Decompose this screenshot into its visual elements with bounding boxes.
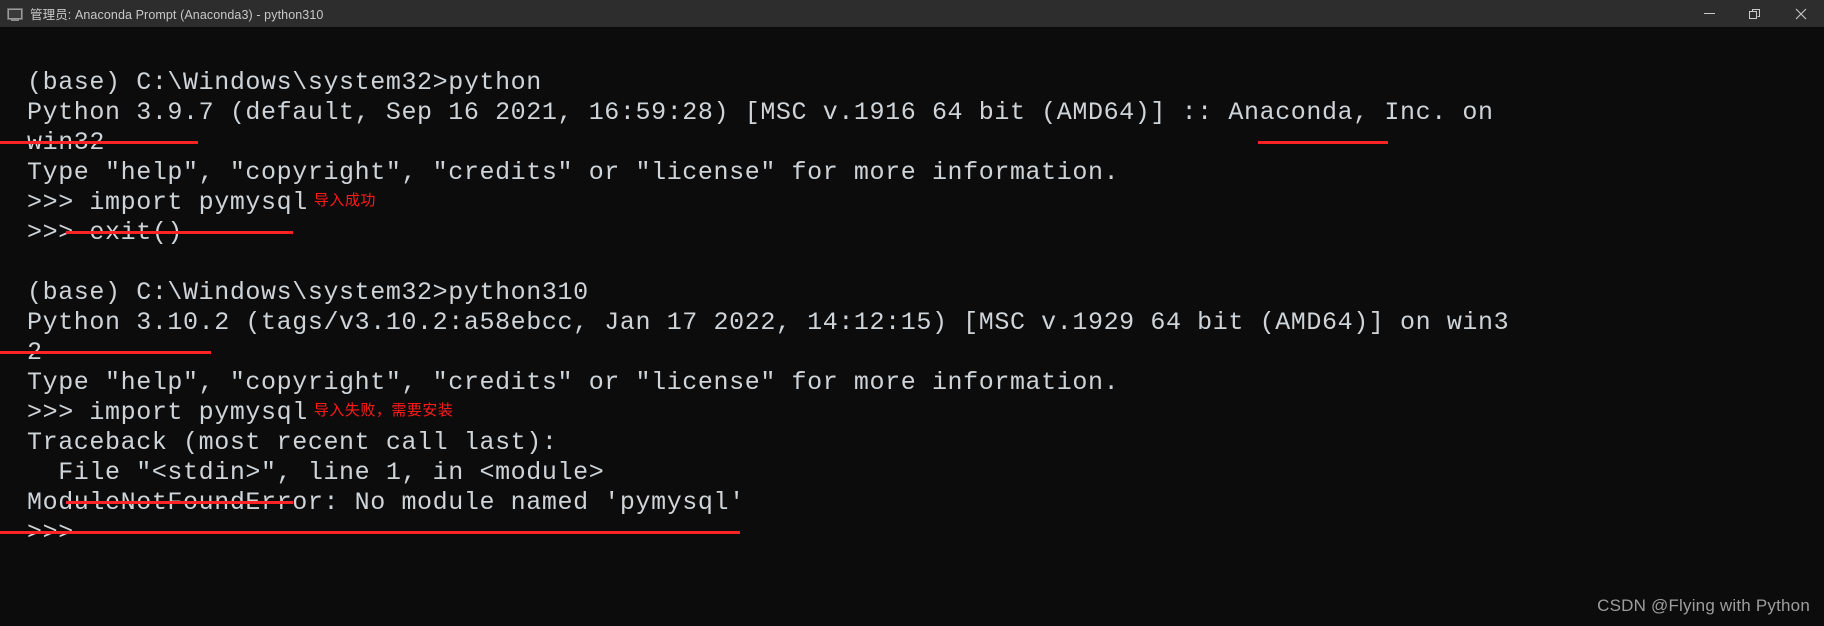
close-icon	[1795, 8, 1807, 19]
terminal-line: (base) C:\Windows\system32>python310	[0, 245, 1824, 307]
minimize-button[interactable]	[1686, 0, 1732, 27]
window-titlebar[interactable]: 管理员: Anaconda Prompt (Anaconda3) - pytho…	[0, 0, 1824, 27]
terminal-line: 2	[0, 305, 1824, 367]
underline-modulenotfounderror	[0, 531, 740, 534]
terminal-line: ModuleNotFoundError: No module named 'py…	[0, 455, 1824, 517]
terminal-line: >>> import pymysql 导入失败，需要安装	[0, 365, 1824, 427]
terminal-line-text: >>>	[27, 518, 74, 547]
window-controls	[1686, 0, 1824, 27]
watermark: CSDN @Flying with Python	[1597, 596, 1810, 615]
terminal-line: Type "help", "copyright", "credits" or "…	[0, 335, 1824, 397]
terminal-line: Python 3.10.2 (tags/v3.10.2:a58ebcc, Jan…	[0, 275, 1824, 337]
close-button[interactable]	[1778, 0, 1824, 27]
window-title: 管理员: Anaconda Prompt (Anaconda3) - pytho…	[30, 8, 324, 22]
terminal-line: >>> import pymysql 导入成功	[0, 155, 1824, 217]
terminal-line: win32	[0, 95, 1824, 157]
terminal-line: >>>	[0, 485, 1824, 547]
terminal-line: File "<stdin>", line 1, in <module>	[0, 425, 1824, 487]
minimize-icon	[1703, 13, 1715, 14]
terminal-line: (base) C:\Windows\system32>python	[0, 35, 1824, 97]
terminal-line: Python 3.9.7 (default, Sep 16 2021, 16:5…	[0, 65, 1824, 127]
terminal-line: >>> exit()	[0, 185, 1824, 247]
terminal-output[interactable]: (base) C:\Windows\system32>python Python…	[0, 27, 1824, 626]
console-window-icon	[7, 6, 23, 22]
terminal-line: Traceback (most recent call last):	[0, 395, 1824, 457]
terminal-line: Type "help", "copyright", "credits" or "…	[0, 125, 1824, 187]
restore-icon	[1749, 8, 1760, 19]
restore-button[interactable]	[1732, 0, 1778, 27]
